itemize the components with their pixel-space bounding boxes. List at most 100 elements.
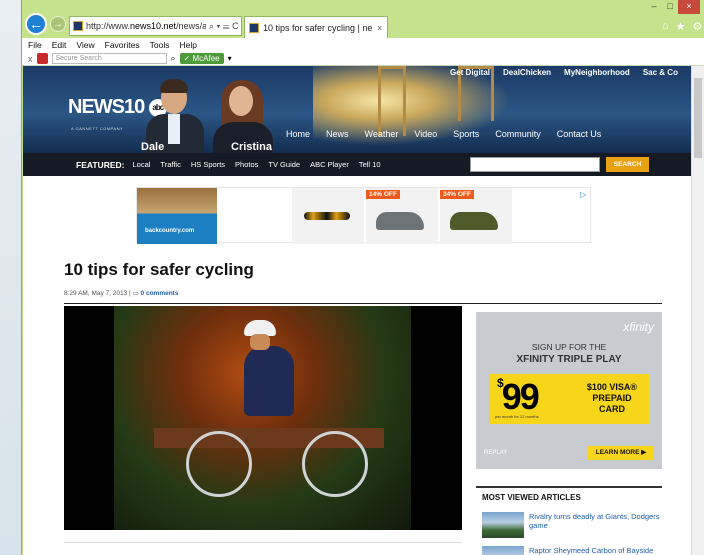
browser-right-icons: ⌂ ★ ⚙ <box>662 20 702 33</box>
menu-favorites[interactable]: Favorites <box>105 40 140 50</box>
menu-help[interactable]: Help <box>179 40 196 50</box>
url-prefix: http://www. <box>86 21 131 31</box>
url-suffix: /news/artic <box>176 21 206 31</box>
sunglasses-image <box>304 212 350 220</box>
featured-local[interactable]: Local <box>132 160 150 169</box>
replay-button[interactable]: REPLAY <box>484 450 507 456</box>
face <box>250 334 270 350</box>
minimize-button[interactable]: – <box>646 0 662 14</box>
menu-tools[interactable]: Tools <box>150 40 170 50</box>
featured-hs-sports[interactable]: HS Sports <box>191 160 225 169</box>
close-window-button[interactable]: × <box>678 0 700 14</box>
secure-search-button[interactable]: ⌕ <box>171 53 176 64</box>
link-dealchicken[interactable]: DealChicken <box>503 68 551 77</box>
tab-close-icon[interactable]: × <box>377 23 382 33</box>
most-viewed-link-1[interactable]: Rivalry turns deadly at Giants, Dodgers … <box>529 512 662 530</box>
article-thumbnail <box>482 546 524 555</box>
scrollbar-thumb[interactable] <box>694 78 702 158</box>
learn-more-button[interactable]: LEARN MORE ▶ <box>588 446 654 460</box>
back-button[interactable]: ← <box>25 13 47 35</box>
featured-tell-10[interactable]: Tell 10 <box>359 160 381 169</box>
logo-text: NEWS10 <box>68 96 145 118</box>
featured-abc-player[interactable]: ABC Player <box>310 160 349 169</box>
mcafee-shield-icon <box>36 53 48 64</box>
tab-title: 10 tips for safer cycling | ne... <box>263 22 373 33</box>
site-favicon-icon <box>73 21 83 31</box>
xfinity-offer: $99 $100 VISA® PREPAID CARD per month fo… <box>489 374 649 424</box>
site-search-button[interactable]: SEARCH <box>606 157 649 172</box>
mcafee-button[interactable]: ✓ McAfee <box>179 53 224 64</box>
list-item[interactable]: Raptor Sheymeed Carbon of Bayside <box>482 546 662 555</box>
link-sac-co[interactable]: Sac & Co <box>643 68 678 77</box>
ad-item-shoe-1[interactable]: 14% OFF <box>366 188 438 244</box>
site-search-input[interactable] <box>470 157 600 172</box>
featured-photos[interactable]: Photos <box>235 160 258 169</box>
url-domain: news10.net <box>130 21 177 31</box>
menu-view[interactable]: View <box>76 40 94 50</box>
most-viewed-link-2[interactable]: Raptor Sheymeed Carbon of Bayside <box>529 546 662 555</box>
menu-edit[interactable]: Edit <box>52 40 67 50</box>
article-title: 10 tips for safer cycling <box>64 260 254 279</box>
article-date: 8:29 AM, May 7, 2013 <box>64 290 128 297</box>
nav-news[interactable]: News <box>318 129 357 139</box>
back-arrow-icon: ← <box>29 16 43 32</box>
featured-label: FEATURED: <box>76 159 125 170</box>
forward-button[interactable]: → <box>50 16 66 32</box>
page-content: NEWS10 abc A GANNETT COMPANY Dale Cristi… <box>23 66 704 555</box>
mcafee-toolbar: x Secure Search ⌕ ✓ McAfee ▾ <box>22 52 704 66</box>
page-scrollbar[interactable] <box>691 66 704 555</box>
bike-wheel-rear <box>186 431 252 497</box>
maximize-button[interactable]: □ <box>662 0 678 14</box>
main-nav: Home News Weather Video Sports Community… <box>278 129 609 139</box>
address-url[interactable]: http://www.news10.net/news/artic <box>86 21 206 31</box>
list-item[interactable]: Rivalry turns deadly at Giants, Dodgers … <box>482 512 662 538</box>
ad-backcountry[interactable]: backcountry.com <box>137 188 217 244</box>
nav-community[interactable]: Community <box>487 129 549 139</box>
ad-item-shoe-2[interactable]: 34% OFF <box>440 188 512 244</box>
site-header: NEWS10 abc A GANNETT COMPANY Dale Cristi… <box>23 66 691 153</box>
cyclist-figure <box>244 320 294 416</box>
toolbar-close-icon[interactable]: x <box>28 54 33 64</box>
star-icon[interactable]: ★ <box>676 20 686 33</box>
gannett-tagline: A GANNETT COMPANY <box>71 126 124 131</box>
comments-link[interactable]: 0 comments <box>141 290 179 297</box>
address-bar[interactable]: http://www.news10.net/news/artic ⌕ ▾ ☰ C <box>69 16 242 36</box>
featured-bar: FEATURED: Local Traffic HS Sports Photos… <box>23 153 691 176</box>
bridge-tower-left <box>378 66 406 136</box>
nav-weather[interactable]: Weather <box>357 129 407 139</box>
ad-item-sunglasses[interactable] <box>292 188 364 244</box>
banner-ad[interactable]: backcountry.com 14% OFF 34% OFF ▷ <box>136 187 591 244</box>
header-top-links: Get Digital DealChicken MyNeighborhood S… <box>450 68 678 77</box>
address-tools[interactable]: ⌕ ▾ ☰ C <box>209 21 239 32</box>
anchor-name-dale: Dale <box>141 141 165 153</box>
article-meta: 8:29 AM, May 7, 2013 | ▭ 0 comments <box>64 289 178 297</box>
anchor-name-cristina: Cristina <box>231 141 272 153</box>
nav-sports[interactable]: Sports <box>445 129 487 139</box>
tab-active[interactable]: 10 tips for safer cycling | ne... × <box>244 16 388 38</box>
home-icon[interactable]: ⌂ <box>662 20 669 33</box>
link-get-digital[interactable]: Get Digital <box>450 68 490 77</box>
secure-search-input[interactable]: Secure Search <box>51 53 167 64</box>
chevron-down-icon[interactable]: ▾ <box>228 54 232 63</box>
header-divider <box>64 303 662 304</box>
xfinity-ad[interactable]: xfinity SIGN UP FOR THE XFINITY TRIPLE P… <box>476 312 662 469</box>
cyclist-photo <box>114 306 411 530</box>
xfinity-logo: xfinity <box>623 320 654 334</box>
article-video[interactable] <box>64 306 462 530</box>
nav-video[interactable]: Video <box>406 129 445 139</box>
xfinity-line1: SIGN UP FOR THE <box>531 342 607 352</box>
most-viewed-divider <box>476 486 662 488</box>
featured-traffic[interactable]: Traffic <box>160 160 180 169</box>
header-sky <box>313 66 533 153</box>
featured-tv-guide[interactable]: TV Guide <box>268 160 300 169</box>
window-controls: – □ × <box>646 0 700 14</box>
nav-contact-us[interactable]: Contact Us <box>549 129 610 139</box>
gear-icon[interactable]: ⚙ <box>693 20 703 33</box>
menu-file[interactable]: File <box>28 40 42 50</box>
article-thumbnail <box>482 512 524 538</box>
nav-home[interactable]: Home <box>278 129 318 139</box>
adchoices-icon[interactable]: ▷ <box>580 190 586 199</box>
most-viewed-title: MOST VIEWED ARTICLES <box>482 493 581 502</box>
link-myneighborhood[interactable]: MyNeighborhood <box>564 68 630 77</box>
shoe-image-2 <box>450 212 498 230</box>
